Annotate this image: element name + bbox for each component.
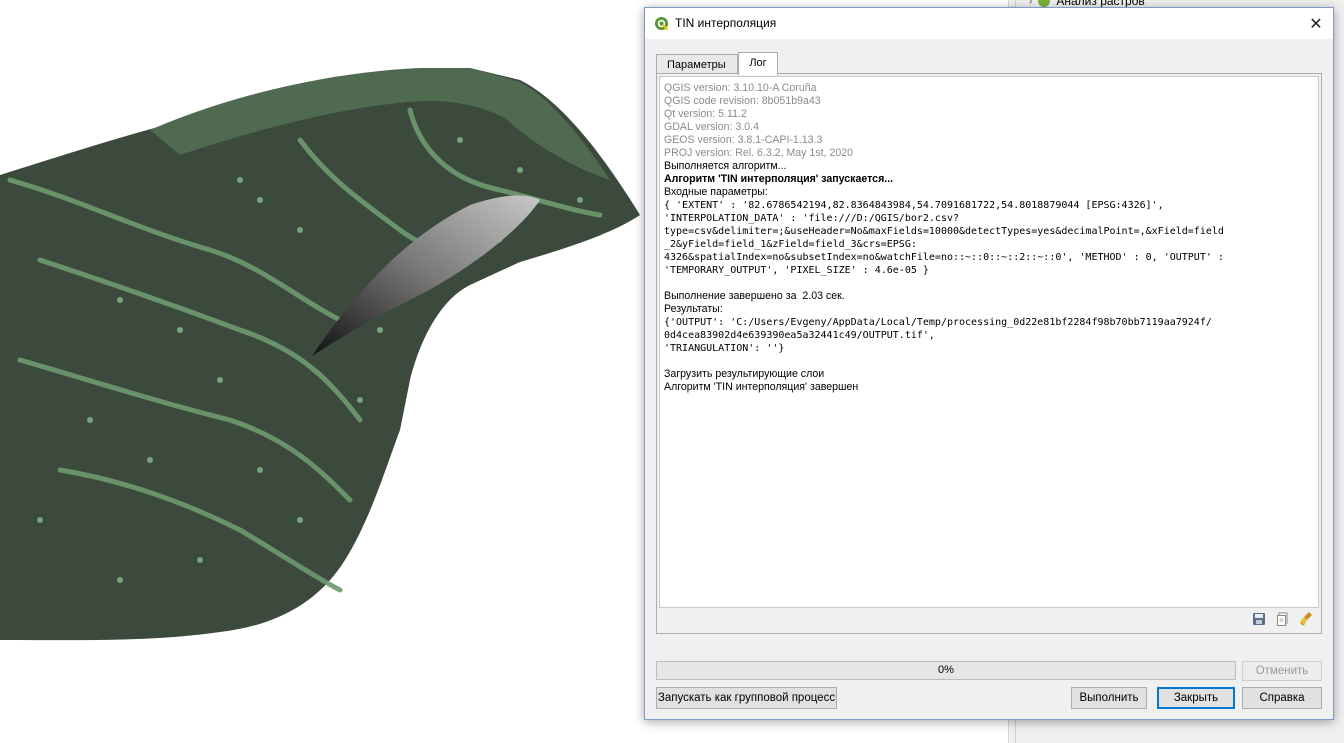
log-line: Алгоритм 'TIN интерполяция' завершен <box>664 381 859 393</box>
clear-log-broom-icon[interactable] <box>1299 611 1315 627</box>
log-toolbar <box>1251 611 1315 629</box>
log-line: _2&yField=field_1&zField=field_3&crs=EPS… <box>664 239 917 250</box>
log-line: PROJ version: Rel. 6.3.2, May 1st, 2020 <box>664 147 854 159</box>
run-as-batch-button[interactable]: Запускать как групповой процесс <box>656 687 837 709</box>
points-cloud <box>0 68 640 641</box>
progress-bar: 0% <box>656 661 1236 680</box>
dialog-title: TIN интерполяция <box>675 16 777 30</box>
tab-parameters[interactable]: Параметры <box>656 54 738 74</box>
copy-log-icon[interactable] <box>1275 611 1291 627</box>
progress-label: 0% <box>938 664 954 676</box>
run-button[interactable]: Выполнить <box>1071 687 1147 709</box>
map-canvas[interactable] <box>0 0 644 743</box>
log-line: Алгоритм 'TIN интерполяция' запускается.… <box>664 173 894 185</box>
log-line: 'INTERPOLATION_DATA' : 'file:///D:/QGIS/… <box>664 213 960 224</box>
log-line: Результаты: <box>664 303 723 315</box>
log-line: 4326&spatialIndex=no&subsetIndex=no&watc… <box>664 252 1224 263</box>
log-line: {'OUTPUT': 'C:/Users/Evgeny/AppData/Loca… <box>664 317 1212 328</box>
log-line: 0d4cea83902d4e639390ea5a32441c49/OUTPUT.… <box>664 330 935 341</box>
close-icon[interactable]: ✕ <box>1299 8 1333 39</box>
save-log-icon[interactable] <box>1251 611 1267 627</box>
log-line: GDAL version: 3.0.4 <box>664 121 759 133</box>
log-tab-panel: QGIS version: 3.10.10-A Coruña QGIS code … <box>656 73 1322 634</box>
log-line: Qt version: 5.11.2 <box>664 108 747 120</box>
log-line: QGIS version: 3.10.10-A Coruña <box>664 82 817 94</box>
log-line: type=csv&delimiter=;&useHeader=No&maxFie… <box>664 226 1224 237</box>
close-button[interactable]: Закрыть <box>1157 687 1235 709</box>
log-line: Выполняется алгоритм... <box>664 160 787 172</box>
tab-log[interactable]: Лог <box>738 52 778 75</box>
log-line: Входные параметры: <box>664 186 768 198</box>
log-line: Выполнение завершено за 2.03 сек. <box>664 290 845 302</box>
log-line: 'TEMPORARY_OUTPUT', 'PIXEL_SIZE' : 4.6e-… <box>664 265 929 276</box>
log-line: Загрузить результирующие слои <box>664 368 825 380</box>
log-line: GEOS version: 3.8.1-CAPI-1.13.3 <box>664 134 823 146</box>
log-line: { 'EXTENT' : '82.6786542194,82.836484398… <box>664 200 1164 211</box>
dialog-titlebar[interactable]: TIN интерполяция ✕ <box>645 8 1333 39</box>
log-line: 'TRIANGULATION': ''} <box>664 343 785 354</box>
expand-arrow-icon[interactable]: › <box>1029 0 1032 7</box>
log-text-area[interactable]: QGIS version: 3.10.10-A Coruña QGIS code … <box>659 76 1319 608</box>
qgis-provider-icon <box>1038 0 1051 7</box>
cancel-button[interactable]: Отменить <box>1242 661 1322 681</box>
tin-interpolation-dialog: TIN интерполяция ✕ Параметры Лог QGIS ve… <box>644 7 1334 720</box>
help-button[interactable]: Справка <box>1242 687 1322 709</box>
log-line: QGIS code revision: 8b051b9a43 <box>664 95 821 107</box>
point-layer-render <box>0 68 640 641</box>
qgis-logo-icon <box>654 16 669 31</box>
